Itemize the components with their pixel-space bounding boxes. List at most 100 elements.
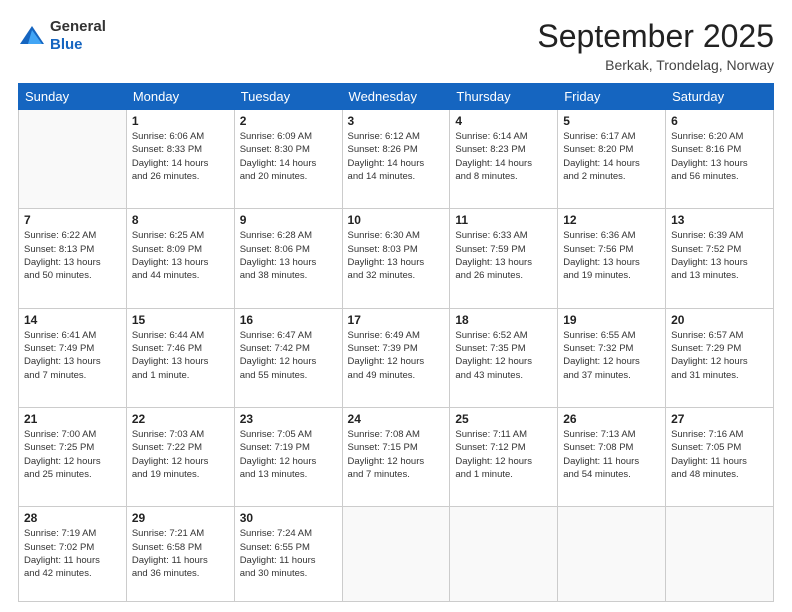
day-number: 8 xyxy=(132,213,229,227)
logo-blue: Blue xyxy=(50,36,106,54)
day-info: Sunrise: 6:09 AM Sunset: 8:30 PM Dayligh… xyxy=(240,130,337,183)
day-info: Sunrise: 7:00 AM Sunset: 7:25 PM Dayligh… xyxy=(24,428,121,481)
calendar-cell: 26 Sunrise: 7:13 AM Sunset: 7:08 PM Dayli… xyxy=(558,407,666,506)
calendar-cell: 10 Sunrise: 6:30 AM Sunset: 8:03 PM Dayli… xyxy=(342,209,450,308)
day-number: 20 xyxy=(671,313,768,327)
day-number: 2 xyxy=(240,114,337,128)
calendar-cell: 2 Sunrise: 6:09 AM Sunset: 8:30 PM Daylig… xyxy=(234,110,342,209)
calendar-header-saturday: Saturday xyxy=(666,84,774,110)
day-number: 25 xyxy=(455,412,552,426)
day-number: 9 xyxy=(240,213,337,227)
day-info: Sunrise: 6:57 AM Sunset: 7:29 PM Dayligh… xyxy=(671,329,768,382)
calendar-week-4: 21 Sunrise: 7:00 AM Sunset: 7:25 PM Dayli… xyxy=(19,407,774,506)
logo-text: General Blue xyxy=(50,18,106,54)
logo-icon xyxy=(18,22,46,50)
day-info: Sunrise: 7:21 AM Sunset: 6:58 PM Dayligh… xyxy=(132,527,229,580)
day-info: Sunrise: 6:41 AM Sunset: 7:49 PM Dayligh… xyxy=(24,329,121,382)
day-number: 21 xyxy=(24,412,121,426)
day-number: 19 xyxy=(563,313,660,327)
day-info: Sunrise: 6:49 AM Sunset: 7:39 PM Dayligh… xyxy=(348,329,445,382)
day-info: Sunrise: 7:03 AM Sunset: 7:22 PM Dayligh… xyxy=(132,428,229,481)
calendar-cell: 14 Sunrise: 6:41 AM Sunset: 7:49 PM Dayli… xyxy=(19,308,127,407)
day-info: Sunrise: 7:24 AM Sunset: 6:55 PM Dayligh… xyxy=(240,527,337,580)
day-info: Sunrise: 6:17 AM Sunset: 8:20 PM Dayligh… xyxy=(563,130,660,183)
calendar-cell: 27 Sunrise: 7:16 AM Sunset: 7:05 PM Dayli… xyxy=(666,407,774,506)
day-info: Sunrise: 6:20 AM Sunset: 8:16 PM Dayligh… xyxy=(671,130,768,183)
day-number: 4 xyxy=(455,114,552,128)
day-number: 23 xyxy=(240,412,337,426)
day-number: 6 xyxy=(671,114,768,128)
calendar-header-row: SundayMondayTuesdayWednesdayThursdayFrid… xyxy=(19,84,774,110)
day-info: Sunrise: 7:19 AM Sunset: 7:02 PM Dayligh… xyxy=(24,527,121,580)
calendar-cell: 9 Sunrise: 6:28 AM Sunset: 8:06 PM Daylig… xyxy=(234,209,342,308)
calendar-cell xyxy=(666,507,774,602)
day-info: Sunrise: 6:33 AM Sunset: 7:59 PM Dayligh… xyxy=(455,229,552,282)
calendar-cell: 20 Sunrise: 6:57 AM Sunset: 7:29 PM Dayli… xyxy=(666,308,774,407)
day-info: Sunrise: 6:14 AM Sunset: 8:23 PM Dayligh… xyxy=(455,130,552,183)
day-number: 7 xyxy=(24,213,121,227)
day-info: Sunrise: 7:13 AM Sunset: 7:08 PM Dayligh… xyxy=(563,428,660,481)
day-number: 26 xyxy=(563,412,660,426)
day-number: 24 xyxy=(348,412,445,426)
logo: General Blue xyxy=(18,18,106,54)
day-number: 30 xyxy=(240,511,337,525)
calendar-cell xyxy=(342,507,450,602)
calendar-week-1: 1Sunrise: 6:06 AM Sunset: 8:33 PM Daylig… xyxy=(19,110,774,209)
calendar-cell: 8Sunrise: 6:25 AM Sunset: 8:09 PM Daylig… xyxy=(126,209,234,308)
calendar: SundayMondayTuesdayWednesdayThursdayFrid… xyxy=(18,83,774,602)
day-number: 22 xyxy=(132,412,229,426)
day-number: 27 xyxy=(671,412,768,426)
calendar-cell: 29 Sunrise: 7:21 AM Sunset: 6:58 PM Dayli… xyxy=(126,507,234,602)
calendar-week-5: 28Sunrise: 7:19 AM Sunset: 7:02 PM Dayli… xyxy=(19,507,774,602)
calendar-cell: 1Sunrise: 6:06 AM Sunset: 8:33 PM Daylig… xyxy=(126,110,234,209)
day-info: Sunrise: 7:05 AM Sunset: 7:19 PM Dayligh… xyxy=(240,428,337,481)
calendar-cell: 21 Sunrise: 7:00 AM Sunset: 7:25 PM Dayli… xyxy=(19,407,127,506)
calendar-cell: 4 Sunrise: 6:14 AM Sunset: 8:23 PM Daylig… xyxy=(450,110,558,209)
calendar-header-monday: Monday xyxy=(126,84,234,110)
logo-general: General xyxy=(50,18,106,36)
day-info: Sunrise: 6:28 AM Sunset: 8:06 PM Dayligh… xyxy=(240,229,337,282)
calendar-cell: 24 Sunrise: 7:08 AM Sunset: 7:15 PM Dayli… xyxy=(342,407,450,506)
calendar-cell: 30 Sunrise: 7:24 AM Sunset: 6:55 PM Dayli… xyxy=(234,507,342,602)
calendar-cell: 19Sunrise: 6:55 AM Sunset: 7:32 PM Dayli… xyxy=(558,308,666,407)
day-number: 13 xyxy=(671,213,768,227)
calendar-cell xyxy=(450,507,558,602)
calendar-header-thursday: Thursday xyxy=(450,84,558,110)
page: General Blue September 2025 Berkak, Tron… xyxy=(0,0,792,612)
day-number: 18 xyxy=(455,313,552,327)
calendar-cell: 3 Sunrise: 6:12 AM Sunset: 8:26 PM Daylig… xyxy=(342,110,450,209)
calendar-cell: 28Sunrise: 7:19 AM Sunset: 7:02 PM Dayli… xyxy=(19,507,127,602)
day-info: Sunrise: 6:39 AM Sunset: 7:52 PM Dayligh… xyxy=(671,229,768,282)
day-info: Sunrise: 6:22 AM Sunset: 8:13 PM Dayligh… xyxy=(24,229,121,282)
calendar-header-tuesday: Tuesday xyxy=(234,84,342,110)
calendar-cell: 18Sunrise: 6:52 AM Sunset: 7:35 PM Dayli… xyxy=(450,308,558,407)
location: Berkak, Trondelag, Norway xyxy=(537,57,774,73)
calendar-cell: 15Sunrise: 6:44 AM Sunset: 7:46 PM Dayli… xyxy=(126,308,234,407)
day-number: 16 xyxy=(240,313,337,327)
header: General Blue September 2025 Berkak, Tron… xyxy=(18,18,774,73)
calendar-header-wednesday: Wednesday xyxy=(342,84,450,110)
day-info: Sunrise: 6:30 AM Sunset: 8:03 PM Dayligh… xyxy=(348,229,445,282)
day-info: Sunrise: 6:06 AM Sunset: 8:33 PM Dayligh… xyxy=(132,130,229,183)
calendar-cell: 13 Sunrise: 6:39 AM Sunset: 7:52 PM Dayli… xyxy=(666,209,774,308)
calendar-cell: 17Sunrise: 6:49 AM Sunset: 7:39 PM Dayli… xyxy=(342,308,450,407)
calendar-cell xyxy=(19,110,127,209)
calendar-cell: 22 Sunrise: 7:03 AM Sunset: 7:22 PM Dayli… xyxy=(126,407,234,506)
day-number: 29 xyxy=(132,511,229,525)
calendar-cell: 12Sunrise: 6:36 AM Sunset: 7:56 PM Dayli… xyxy=(558,209,666,308)
calendar-cell xyxy=(558,507,666,602)
month-title: September 2025 xyxy=(537,18,774,55)
day-info: Sunrise: 7:16 AM Sunset: 7:05 PM Dayligh… xyxy=(671,428,768,481)
calendar-header-friday: Friday xyxy=(558,84,666,110)
day-info: Sunrise: 6:47 AM Sunset: 7:42 PM Dayligh… xyxy=(240,329,337,382)
calendar-header-sunday: Sunday xyxy=(19,84,127,110)
calendar-cell: 5Sunrise: 6:17 AM Sunset: 8:20 PM Daylig… xyxy=(558,110,666,209)
day-info: Sunrise: 7:08 AM Sunset: 7:15 PM Dayligh… xyxy=(348,428,445,481)
day-number: 10 xyxy=(348,213,445,227)
day-number: 14 xyxy=(24,313,121,327)
day-info: Sunrise: 7:11 AM Sunset: 7:12 PM Dayligh… xyxy=(455,428,552,481)
day-number: 3 xyxy=(348,114,445,128)
calendar-cell: 7 Sunrise: 6:22 AM Sunset: 8:13 PM Daylig… xyxy=(19,209,127,308)
day-number: 15 xyxy=(132,313,229,327)
day-info: Sunrise: 6:12 AM Sunset: 8:26 PM Dayligh… xyxy=(348,130,445,183)
